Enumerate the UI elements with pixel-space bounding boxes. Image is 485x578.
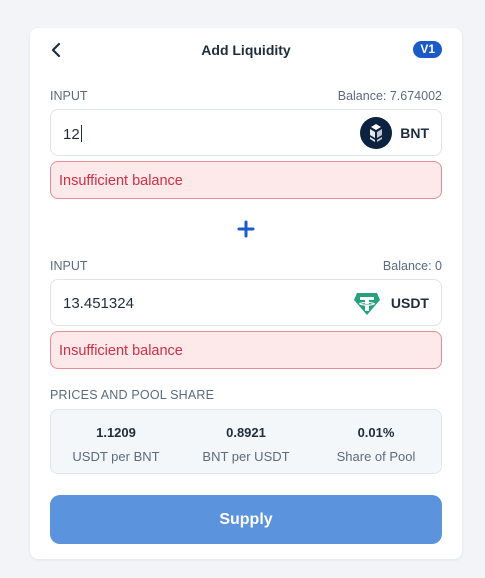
bancor-logo-icon [360, 117, 393, 149]
amount-field-second[interactable]: 13.451324 USDT [50, 279, 442, 326]
amount-input-second[interactable]: 13.451324 [63, 295, 134, 312]
balance-second: Balance: 0 [382, 259, 442, 273]
token-symbol-second: USDT [390, 295, 429, 311]
input-label-first: INPUT [50, 89, 88, 103]
amount-input-first[interactable]: 12 [63, 125, 82, 143]
tether-logo-icon [351, 287, 383, 319]
token-symbol-first: BNT [400, 125, 429, 141]
prices-section-label: PRICES AND POOL SHARE [50, 388, 215, 402]
price-item: 1.1209 USDT per BNT [51, 410, 181, 473]
text-caret [80, 125, 82, 142]
add-liquidity-card: Add Liquidity V1 INPUT Balance: 7.674002… [30, 28, 462, 559]
prices-panel: 1.1209 USDT per BNT 0.8921 BNT per USDT … [50, 409, 442, 474]
page-title: Add Liquidity [201, 42, 291, 58]
price-value: 0.8921 [226, 425, 266, 440]
price-item: 0.8921 BNT per USDT [181, 410, 311, 473]
price-label: USDT per BNT [72, 449, 160, 464]
header: Add Liquidity V1 [30, 28, 462, 72]
input-label-second: INPUT [50, 259, 88, 273]
pool-share-value: 0.01% [357, 425, 395, 440]
balance-first: Balance: 7.674002 [337, 89, 442, 103]
price-label: BNT per USDT [202, 449, 290, 464]
pool-share-item: 0.01% Share of Pool [311, 410, 441, 473]
token-selector-first[interactable]: BNT [360, 117, 429, 149]
amount-value-first: 12 [63, 126, 80, 143]
amount-field-first[interactable]: 12 BNT [50, 109, 442, 156]
supply-button[interactable]: Supply [50, 495, 442, 544]
price-value: 1.1209 [96, 425, 136, 440]
pool-share-label: Share of Pool [336, 449, 416, 464]
plus-icon [235, 218, 257, 240]
version-badge[interactable]: V1 [413, 41, 442, 58]
token-selector-second[interactable]: USDT [351, 287, 429, 319]
error-message-second: Insufficient balance [50, 331, 442, 369]
error-message-first: Insufficient balance [50, 161, 442, 199]
